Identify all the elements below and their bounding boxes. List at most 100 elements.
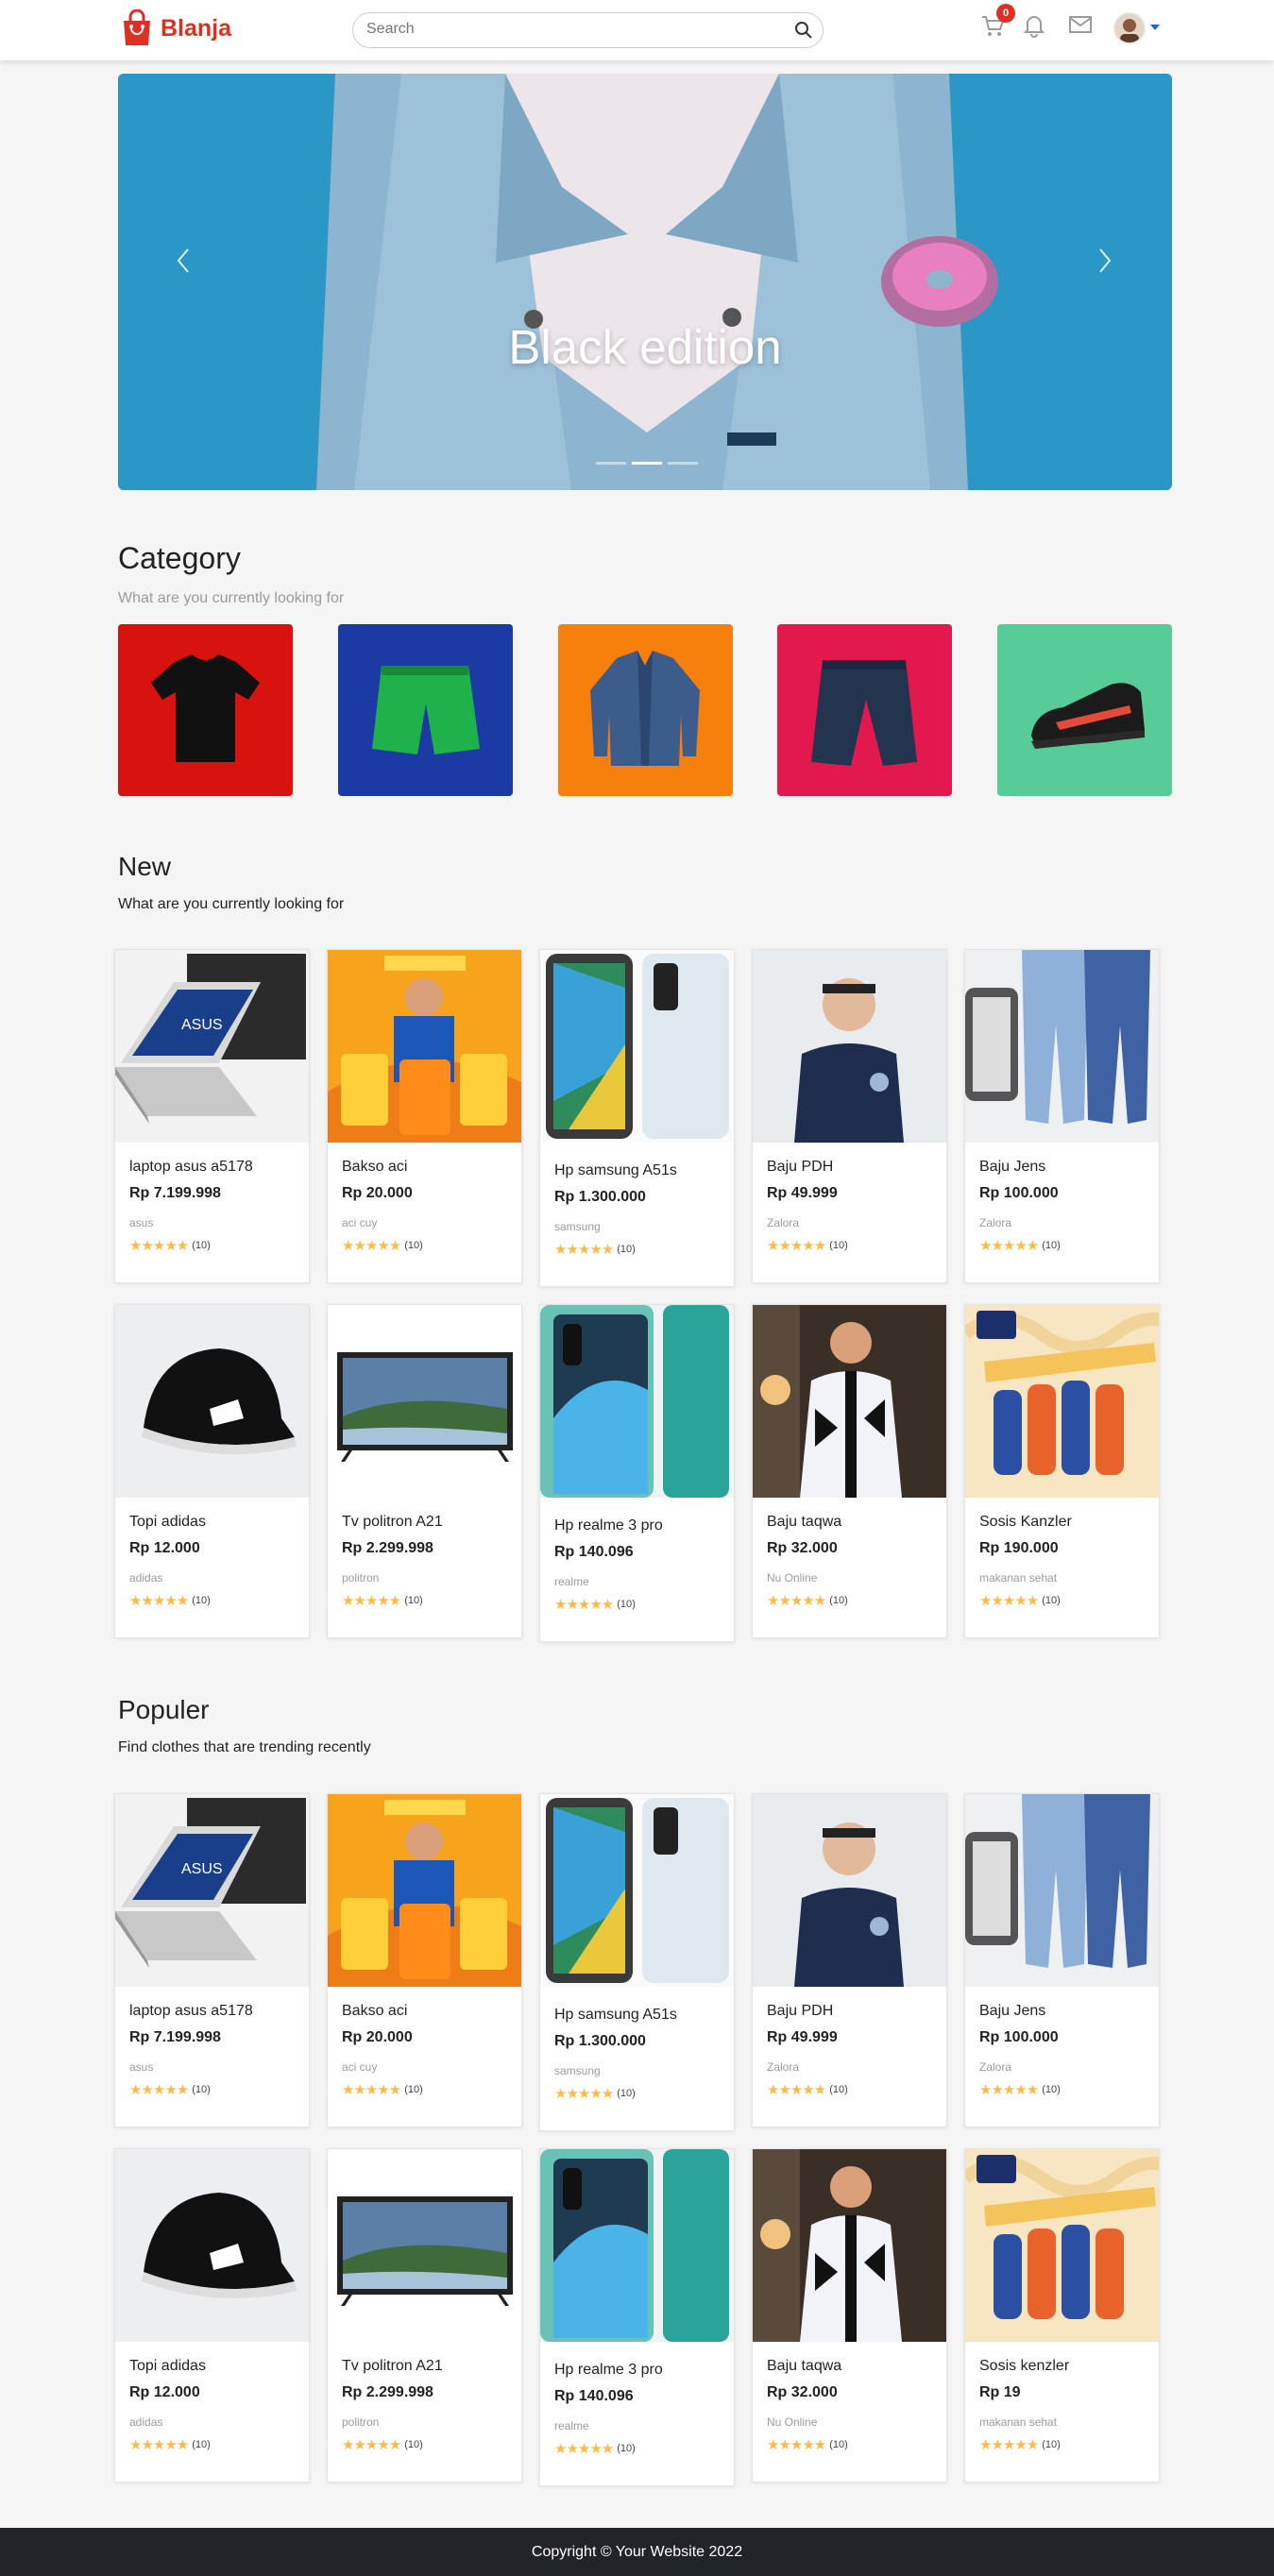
product-card[interactable]: Sosis kenzler Rp 19 makanan sehat ★★★★★ (10) — [964, 2148, 1160, 2483]
product-name[interactable]: Bakso aci — [342, 1159, 407, 1176]
product-image[interactable] — [328, 950, 521, 1143]
product-name[interactable]: laptop asus a5178 — [129, 1159, 253, 1176]
product-image[interactable]: ASUS — [115, 1794, 309, 1987]
product-rating: ★★★★★ (10) — [767, 2436, 848, 2453]
product-card[interactable]: Sosis Kanzler Rp 190.000 makanan sehat ★★★★… — [964, 1304, 1160, 1638]
notification-button[interactable] — [1023, 13, 1045, 42]
product-price: Rp 1.300.000 — [554, 1189, 646, 1205]
star-rating-icon: ★★★★★ — [554, 1242, 614, 1258]
product-card[interactable]: Hp samsung A51s Rp 1.300.000 samsung ★★★★★(… — [539, 1793, 735, 2131]
carousel-indicators — [596, 462, 698, 465]
product-card[interactable]: Topi adidas Rp 12.000 adidas ★★★★★ (10) — [114, 1304, 310, 1638]
product-name[interactable]: Tv politron A21 — [342, 1514, 443, 1531]
product-name[interactable]: Hp samsung A51s — [554, 1162, 677, 1179]
category-tile-jacket[interactable] — [558, 624, 733, 796]
product-image[interactable] — [540, 2149, 734, 2342]
product-price: Rp 1.300.000 — [554, 2033, 646, 2049]
product-card[interactable]: Bakso aci Rp 20.000 aci cuy ★★★★★ (10) — [327, 1793, 522, 2127]
product-name[interactable]: laptop asus a5178 — [129, 2003, 253, 2020]
product-card[interactable]: Hp samsung A51s Rp 1.300.000 samsung ★★★★★(… — [539, 949, 735, 1287]
product-image[interactable] — [965, 1794, 1159, 1987]
product-image[interactable]: ASUS — [115, 950, 309, 1143]
star-rating-icon: ★★★★★ — [979, 2437, 1039, 2453]
review-count: (10) — [1042, 1595, 1061, 1606]
new-section-subtitle: What are you currently looking for — [118, 896, 345, 912]
user-avatar[interactable] — [1113, 12, 1146, 44]
carousel-next-button[interactable] — [1096, 242, 1113, 284]
product-name[interactable]: Baju Jens — [979, 1159, 1045, 1176]
product-card[interactable]: Bakso aci Rp 20.000 aci cuy ★★★★★ (10) — [327, 949, 522, 1283]
product-price: Rp 7.199.998 — [129, 1185, 221, 1201]
product-image[interactable] — [328, 2149, 521, 2342]
carousel-prev-button[interactable] — [175, 242, 192, 284]
product-card[interactable]: ASUS laptop asus a5178 Rp 7.199.998 asus ★★★… — [114, 1793, 310, 2127]
product-name[interactable]: Sosis kenzler — [979, 2358, 1069, 2375]
search-icon[interactable] — [794, 21, 813, 44]
product-image[interactable] — [540, 1305, 734, 1498]
product-name[interactable]: Hp realme 3 pro — [554, 1517, 663, 1534]
mail-button[interactable] — [1068, 13, 1093, 41]
carousel-indicator[interactable] — [632, 462, 662, 465]
search-input[interactable] — [366, 21, 773, 38]
product-card[interactable]: ASUS laptop asus a5178 Rp 7.199.998 asus ★★★… — [114, 949, 310, 1283]
product-image[interactable] — [753, 1794, 946, 1987]
product-card[interactable]: Tv politron A21 Rp 2.299.998 politron ★★★★★… — [327, 2148, 522, 2483]
review-count: (10) — [829, 1595, 848, 1606]
category-tile-shorts[interactable] — [338, 624, 513, 796]
product-name[interactable]: Baju PDH — [767, 2003, 833, 2020]
product-image[interactable] — [965, 1305, 1159, 1498]
product-image[interactable] — [540, 950, 734, 1143]
star-rating-icon: ★★★★★ — [767, 2437, 826, 2453]
cart-button[interactable]: 0 — [980, 4, 1015, 42]
product-store: politron — [342, 2415, 380, 2429]
product-image[interactable] — [965, 2149, 1159, 2342]
product-name[interactable]: Hp realme 3 pro — [554, 2362, 663, 2379]
product-image[interactable] — [753, 950, 946, 1143]
product-card[interactable]: Baju taqwa Rp 32.000 Nu Online ★★★★★ (10) — [752, 2148, 947, 2483]
product-name[interactable]: Hp samsung A51s — [554, 2007, 677, 2024]
product-name[interactable]: Sosis Kanzler — [979, 1514, 1072, 1531]
category-tile-tshirt[interactable] — [118, 624, 293, 796]
brand-logo[interactable]: Blanja — [121, 8, 231, 47]
category-tile-pants[interactable] — [777, 624, 952, 796]
review-count: (10) — [1042, 2439, 1061, 2450]
product-card[interactable]: Baju PDH Rp 49.999 Zalora ★★★★★ (10) — [752, 949, 947, 1283]
product-name[interactable]: Bakso aci — [342, 2003, 407, 2020]
product-name[interactable]: Baju PDH — [767, 1159, 833, 1176]
product-card[interactable]: Topi adidas Rp 12.000 adidas ★★★★★ (10) — [114, 2148, 310, 2483]
product-card[interactable]: Hp realme 3 pro Rp 140.096 realme ★★★★★ (10) — [539, 2148, 735, 2486]
product-card[interactable]: Tv politron A21 Rp 2.299.998 politron ★★★★★… — [327, 1304, 522, 1638]
star-rating-icon: ★★★★★ — [767, 1238, 826, 1254]
carousel-indicator[interactable] — [668, 462, 698, 465]
hero-image — [118, 74, 1172, 490]
product-name[interactable]: Topi adidas — [129, 1514, 206, 1531]
new-section-title: New — [118, 852, 172, 881]
product-store: realme — [554, 1575, 589, 1588]
product-image[interactable] — [115, 2149, 309, 2342]
product-image[interactable] — [540, 1794, 734, 1987]
product-card[interactable]: Baju PDH Rp 49.999 Zalora ★★★★★ (10) — [752, 1793, 947, 2127]
product-image[interactable] — [965, 950, 1159, 1143]
product-name[interactable]: Baju taqwa — [767, 2358, 841, 2375]
product-card[interactable]: Baju Jens Rp 100.000 Zalora ★★★★★ (10) — [964, 1793, 1160, 2127]
product-card[interactable]: Hp realme 3 pro Rp 140.096 realme ★★★★★ (10) — [539, 1304, 735, 1642]
star-rating-icon: ★★★★★ — [129, 2082, 189, 2098]
product-image[interactable] — [328, 1305, 521, 1498]
product-image[interactable] — [115, 1305, 309, 1498]
product-image[interactable] — [753, 2149, 946, 2342]
product-rating: ★★★★★ (10) — [767, 1237, 848, 1254]
star-rating-icon: ★★★★★ — [767, 2082, 826, 2098]
product-name[interactable]: Baju Jens — [979, 2003, 1045, 2020]
product-name[interactable]: Tv politron A21 — [342, 2358, 443, 2375]
product-name[interactable]: Topi adidas — [129, 2358, 206, 2375]
product-name[interactable]: Baju taqwa — [767, 1514, 841, 1531]
product-card[interactable]: Baju Jens Rp 100.000 Zalora ★★★★★ (10) — [964, 949, 1160, 1283]
product-image[interactable] — [753, 1305, 946, 1498]
review-count: (10) — [617, 2443, 636, 2454]
pants-icon — [811, 660, 917, 766]
category-tile-shoes[interactable] — [997, 624, 1172, 796]
product-image[interactable] — [328, 1794, 521, 1987]
chevron-down-icon[interactable] — [1150, 25, 1160, 30]
product-card[interactable]: Baju taqwa Rp 32.000 Nu Online ★★★★★ (10) — [752, 1304, 947, 1638]
carousel-indicator[interactable] — [596, 462, 626, 465]
